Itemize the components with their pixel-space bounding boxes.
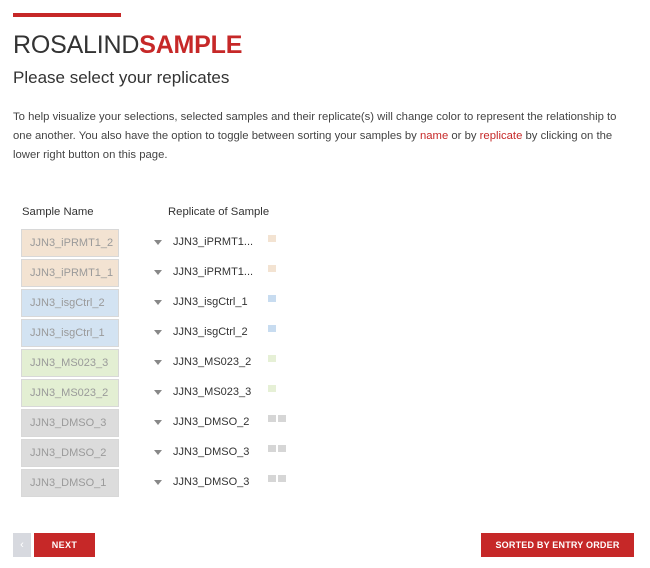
replicate-select[interactable]: JJN3_DMSO_2 [173, 416, 249, 428]
color-swatch [268, 415, 276, 422]
sample-row: JJN3_MS023_3 JJN3_MS023_2 [0, 349, 650, 377]
brand-text-sample: SAMPLE [139, 31, 243, 59]
replicate-select[interactable]: JJN3_isgCtrl_1 [173, 296, 248, 308]
next-button[interactable]: NEXT [34, 533, 95, 557]
intro-paragraph: To help visualize your selections, selec… [13, 108, 637, 165]
chevron-down-icon[interactable] [154, 240, 162, 245]
prev-button[interactable]: ‹ [13, 533, 31, 557]
sample-row: JJN3_MS023_2 JJN3_MS023_3 [0, 379, 650, 407]
sample-row: JJN3_iPRMT1_1 JJN3_iPRMT1... [0, 259, 650, 287]
replicate-select[interactable]: JJN3_MS023_3 [173, 386, 251, 398]
brand-logo: ROSALINDSAMPLE [13, 31, 242, 59]
color-swatch [278, 415, 286, 422]
chevron-down-icon[interactable] [154, 480, 162, 485]
sample-row: JJN3_DMSO_1 JJN3_DMSO_3 [0, 469, 650, 497]
chevron-down-icon[interactable] [154, 330, 162, 335]
sample-row: JJN3_DMSO_3 JJN3_DMSO_2 [0, 409, 650, 437]
replicate-select[interactable]: JJN3_DMSO_3 [173, 476, 249, 488]
sort-toggle-button[interactable]: SORTED BY ENTRY ORDER [481, 533, 634, 557]
sample-row: JJN3_isgCtrl_1 JJN3_isgCtrl_2 [0, 319, 650, 347]
chevron-down-icon[interactable] [154, 300, 162, 305]
chevron-down-icon[interactable] [154, 270, 162, 275]
page-title: Please select your replicates [13, 68, 230, 87]
intro-text-2: or by [448, 130, 480, 142]
sample-name-box: JJN3_isgCtrl_2 [21, 289, 119, 317]
sample-name-box: JJN3_MS023_2 [21, 379, 119, 407]
sample-name-box: JJN3_iPRMT1_1 [21, 259, 119, 287]
replicate-select[interactable]: JJN3_iPRMT1... [173, 266, 253, 278]
sample-name-box: JJN3_iPRMT1_2 [21, 229, 119, 257]
sample-row: JJN3_DMSO_2 JJN3_DMSO_3 [0, 439, 650, 467]
column-header-sample-name: Sample Name [22, 206, 94, 218]
chevron-down-icon[interactable] [154, 360, 162, 365]
color-swatch [268, 265, 276, 272]
color-swatch [268, 475, 276, 482]
intro-link-replicate: replicate [479, 130, 523, 142]
color-swatch [268, 325, 276, 332]
color-swatch [268, 235, 276, 242]
sample-name-box: JJN3_isgCtrl_1 [21, 319, 119, 347]
color-swatch [268, 385, 276, 392]
color-swatch [278, 475, 286, 482]
color-swatch [268, 445, 276, 452]
intro-link-name: name [419, 130, 449, 142]
replicate-select[interactable]: JJN3_isgCtrl_2 [173, 326, 248, 338]
sample-name-box: JJN3_DMSO_2 [21, 439, 119, 467]
chevron-down-icon[interactable] [154, 450, 162, 455]
sample-name-box: JJN3_DMSO_3 [21, 409, 119, 437]
top-accent-bar [13, 13, 121, 17]
replicate-select[interactable]: JJN3_DMSO_3 [173, 446, 249, 458]
sample-row: JJN3_iPRMT1_2 JJN3_iPRMT1... [0, 229, 650, 257]
sample-name-box: JJN3_DMSO_1 [21, 469, 119, 497]
column-header-replicate: Replicate of Sample [168, 206, 270, 218]
brand-text-rosalind: ROSALIND [13, 31, 140, 59]
color-swatch [268, 355, 276, 362]
replicate-select[interactable]: JJN3_MS023_2 [173, 356, 251, 368]
color-swatch [278, 445, 286, 452]
replicate-select[interactable]: JJN3_iPRMT1... [173, 236, 253, 248]
chevron-down-icon[interactable] [154, 420, 162, 425]
sample-name-box: JJN3_MS023_3 [21, 349, 119, 377]
color-swatch [268, 295, 276, 302]
chevron-down-icon[interactable] [154, 390, 162, 395]
sample-row: JJN3_isgCtrl_2 JJN3_isgCtrl_1 [0, 289, 650, 317]
